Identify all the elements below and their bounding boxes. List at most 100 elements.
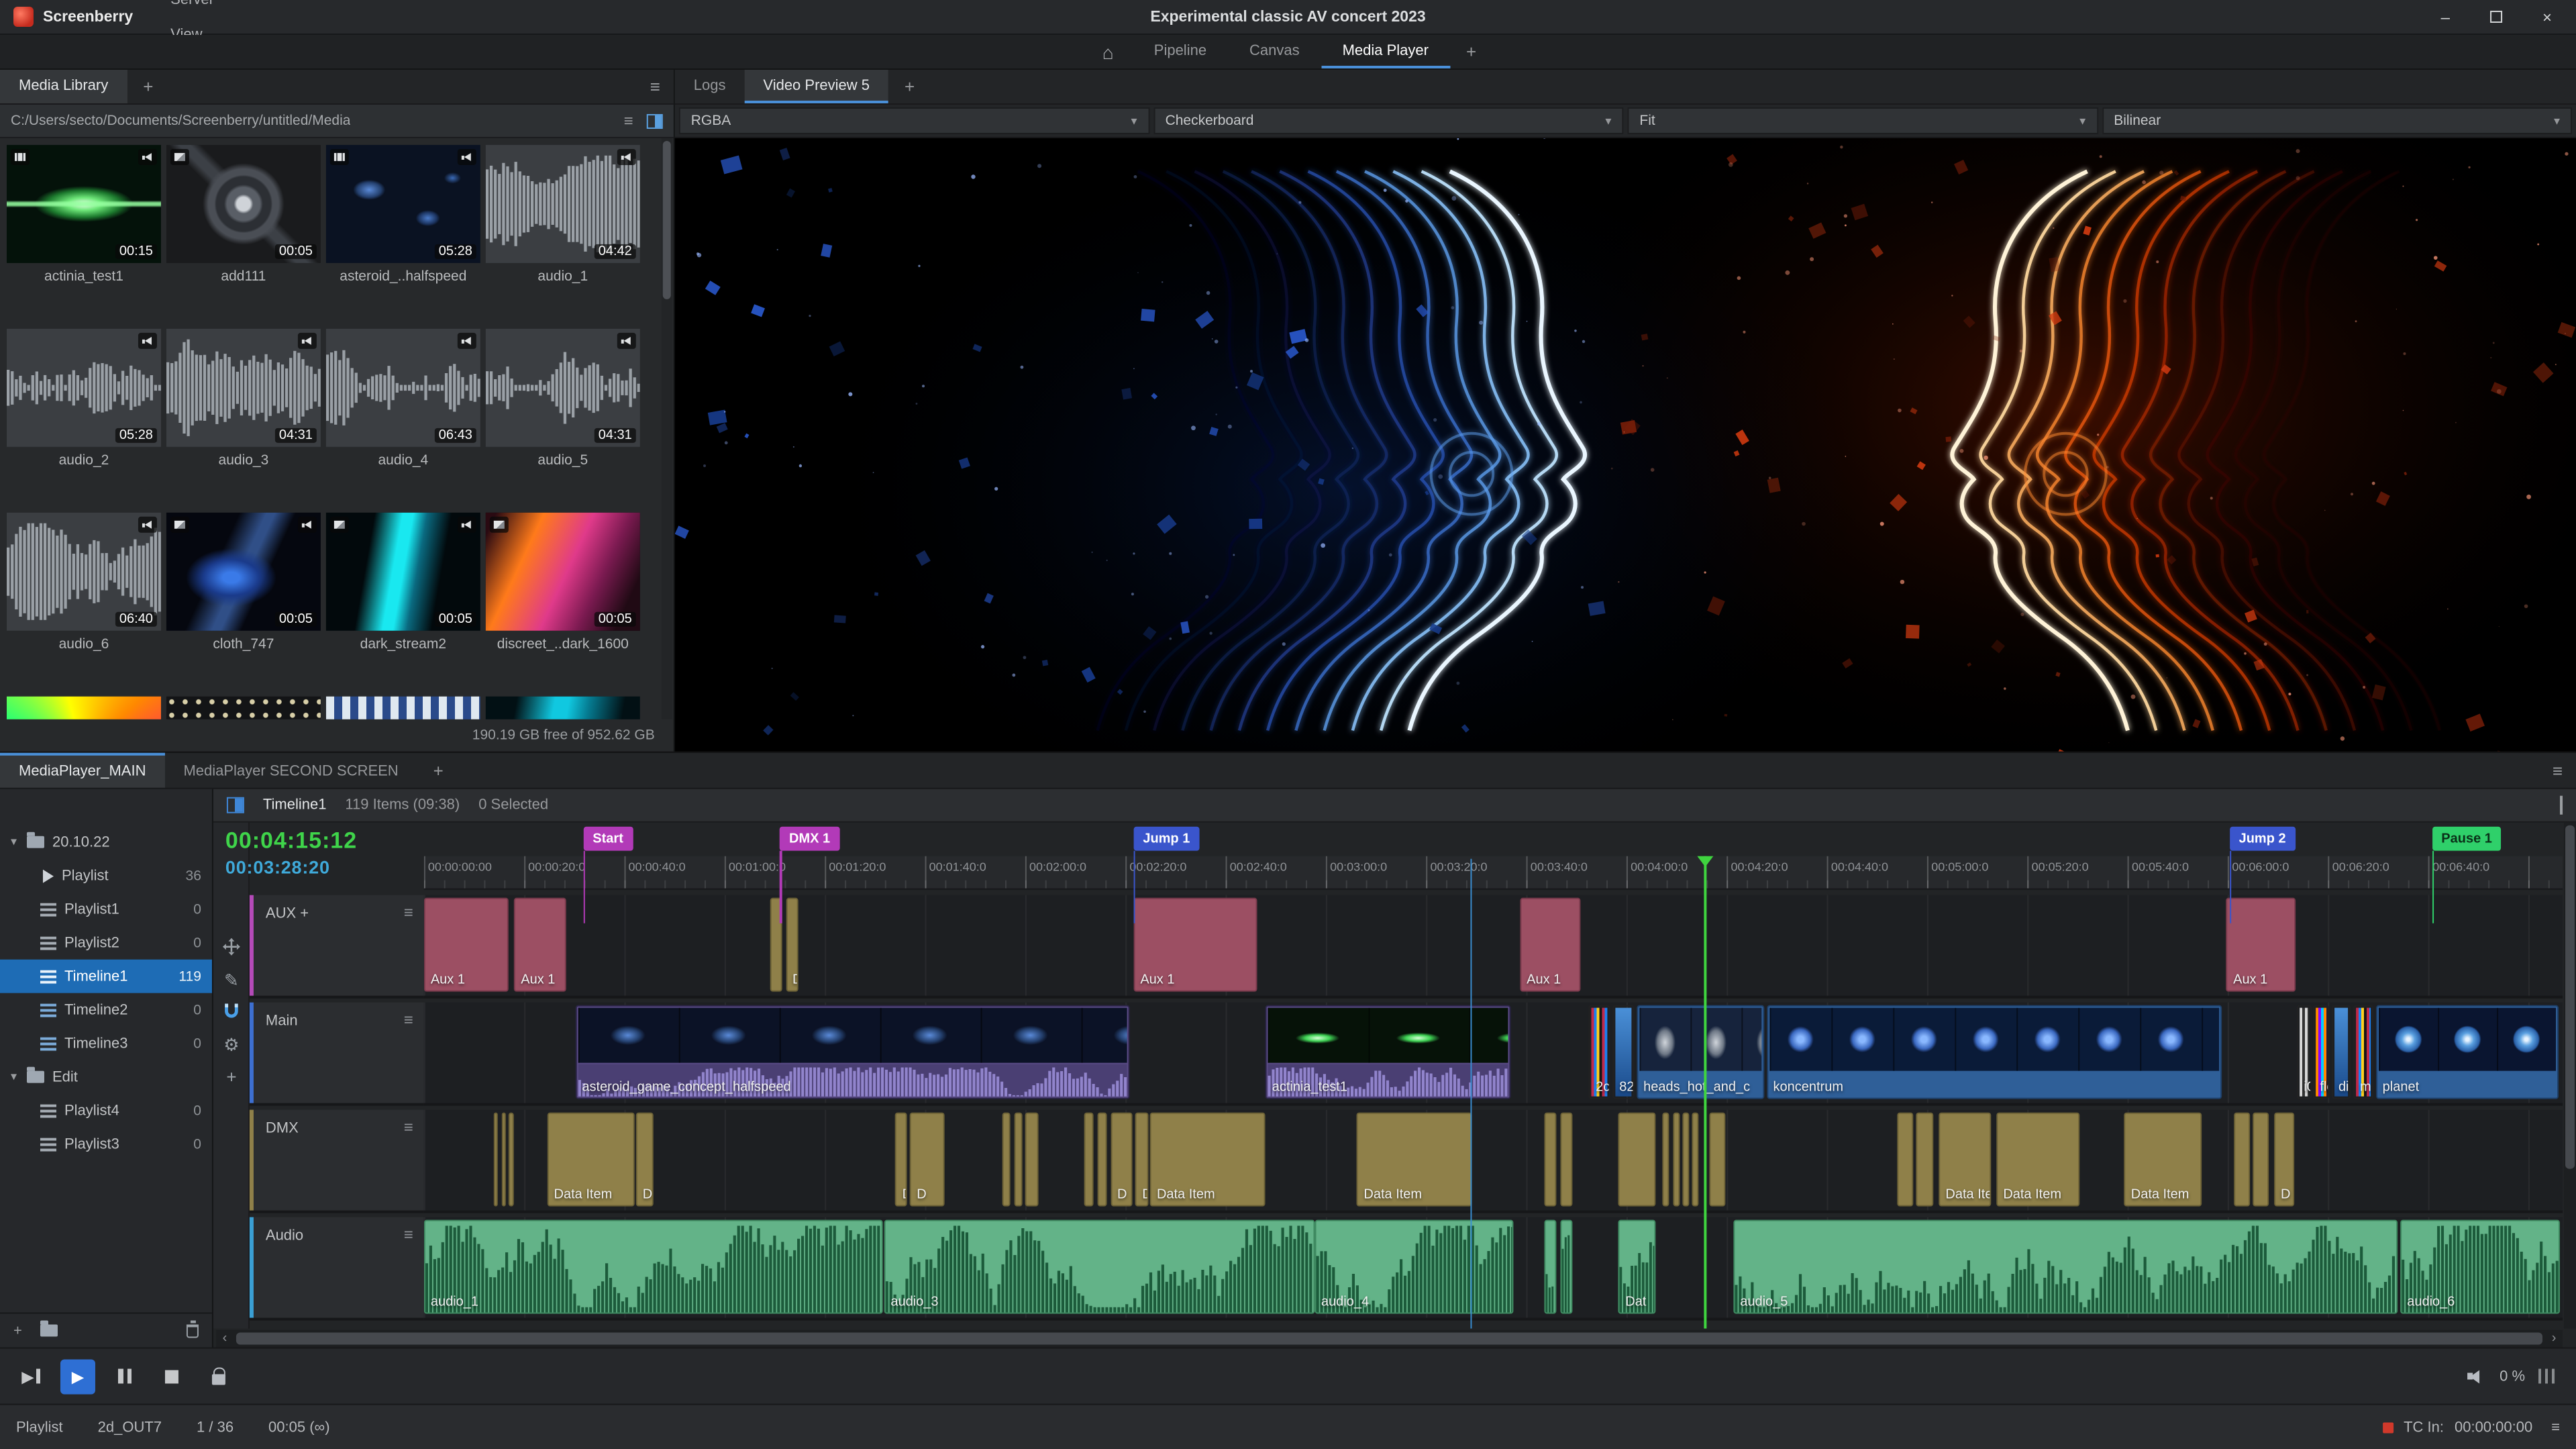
home-icon[interactable]: ⌂: [1084, 35, 1133, 68]
nav-tab-canvas[interactable]: Canvas: [1228, 35, 1321, 68]
marker-start[interactable]: Start: [583, 826, 633, 923]
clip-di[interactable]: di: [2331, 1005, 2352, 1099]
mixer-icon[interactable]: [2538, 1368, 2555, 1384]
clip-audio-5[interactable]: audio_5: [1733, 1219, 2398, 1314]
clip-dmx[interactable]: [1708, 1112, 1726, 1207]
media-thumbnail[interactable]: 00:05: [166, 144, 321, 263]
clip-dmx[interactable]: [1618, 1112, 1657, 1207]
clip-d[interactable]: D: [635, 1112, 654, 1207]
stop-button[interactable]: [154, 1358, 189, 1393]
pause-button[interactable]: [107, 1358, 142, 1393]
clip-i0[interactable]: i0: [2297, 1005, 2312, 1099]
clip-d[interactable]: D: [910, 1112, 945, 1207]
scroll-left-icon[interactable]: ‹: [216, 1332, 234, 1346]
marker-dmx-1[interactable]: DMX 1: [780, 826, 840, 923]
clip-dmx[interactable]: [2252, 1112, 2269, 1207]
clip-dmx[interactable]: [1662, 1112, 1669, 1207]
clip-data-item[interactable]: Data Item: [1996, 1112, 2081, 1207]
clip-actinia-test1[interactable]: actinia_test1: [1265, 1005, 1512, 1099]
add-track-icon[interactable]: +: [213, 1067, 250, 1087]
add-item-button[interactable]: +: [13, 1323, 22, 1339]
media-item[interactable]: 06:40 audio_6: [6, 512, 161, 652]
nav-tab-media-player[interactable]: Media Player: [1321, 35, 1450, 68]
clip-aux-1[interactable]: Aux 1: [423, 897, 509, 992]
media-thumbnail[interactable]: 06:40: [6, 512, 161, 631]
secondary-playhead[interactable]: [1470, 858, 1473, 1329]
pencil-tool-icon[interactable]: ✎: [213, 970, 250, 992]
media-item[interactable]: [325, 696, 480, 719]
clip-data-item[interactable]: Data Item: [547, 1112, 635, 1207]
media-thumbnail[interactable]: 05:28: [6, 328, 161, 447]
clip-d[interactable]: D: [1135, 1112, 1149, 1207]
clip-heads-hot-and-c[interactable]: heads_hot_and_c: [1637, 1005, 1765, 1099]
add-view-button[interactable]: +: [1450, 35, 1492, 68]
track-header-audio[interactable]: Audio ≡: [249, 1217, 424, 1321]
clip-dmx[interactable]: [2234, 1112, 2250, 1207]
clip-dmx[interactable]: [1025, 1112, 1039, 1207]
close-button[interactable]: ×: [2542, 9, 2552, 25]
clip-dat[interactable]: Dat: [1618, 1219, 1657, 1314]
select-background[interactable]: Checkerboard ▾: [1153, 107, 1624, 134]
player-menu-icon[interactable]: ≡: [2539, 753, 2576, 788]
track-menu-icon[interactable]: ≡: [404, 1118, 413, 1137]
clip-data-ite[interactable]: Data Ite: [1939, 1112, 1992, 1207]
media-item[interactable]: [6, 696, 161, 719]
track-lane-main[interactable]: asteroid_game_concept_halfspeed actinia_t…: [423, 1002, 2563, 1106]
track-lane-dmx[interactable]: Data ItemDDDDDData ItemData ItemData Ite…: [423, 1109, 2563, 1213]
clip-82[interactable]: 82: [1612, 1005, 1635, 1099]
tree-item-timeline2[interactable]: Timeline2 0: [0, 993, 212, 1027]
library-menu-icon[interactable]: ≡: [637, 70, 674, 103]
hscroll-thumb[interactable]: [236, 1332, 2543, 1345]
marker-pause-1[interactable]: Pause 1: [2432, 826, 2502, 923]
timeline-vscrollbar[interactable]: [2564, 822, 2576, 1329]
tree-item-playlist1[interactable]: Playlist1 0: [0, 893, 212, 926]
clip-audio-3[interactable]: audio_3: [884, 1219, 1315, 1314]
media-thumbnail[interactable]: [485, 696, 640, 719]
clip-dmx[interactable]: [1692, 1112, 1699, 1207]
clip-dmx[interactable]: [1916, 1112, 1934, 1207]
tree-item-20-10-22[interactable]: ▾ 20.10.22: [0, 826, 212, 859]
clip-dmx[interactable]: [1097, 1112, 1108, 1207]
media-thumbnail[interactable]: 04:42: [485, 144, 640, 263]
timeline-view-icon[interactable]: [226, 797, 244, 813]
media-thumbnail[interactable]: [166, 696, 321, 719]
add-preview-tab-button[interactable]: +: [888, 70, 931, 103]
media-item[interactable]: 04:31 audio_3: [166, 328, 321, 468]
media-item[interactable]: 00:15 actinia_test1: [6, 144, 161, 285]
tab-mediaplayer-main[interactable]: MediaPlayer_MAIN: [0, 752, 165, 788]
primary-playhead[interactable]: [1704, 856, 1707, 1329]
tree-item-timeline1[interactable]: Timeline1 119: [0, 959, 212, 993]
move-tool-icon[interactable]: [213, 938, 250, 956]
track-menu-icon[interactable]: ≡: [404, 1226, 413, 1244]
marker-lane[interactable]: Start DMX 1 Jump 1 Jump 2 Pause 1: [424, 823, 2563, 923]
track-lane-audio[interactable]: audio_1 audio_3 audio_4 Dat audio_5 audio_6: [423, 1217, 2563, 1321]
tree-item-playlist2[interactable]: Playlist2 0: [0, 926, 212, 960]
media-thumbnail[interactable]: [6, 696, 161, 719]
track-header-main[interactable]: Main ≡: [249, 1002, 424, 1106]
media-thumbnail[interactable]: 00:05: [166, 512, 321, 631]
clip-dmx[interactable]: [1672, 1112, 1680, 1207]
grid-view-icon[interactable]: [646, 113, 663, 128]
library-scrollbar[interactable]: [661, 138, 672, 719]
media-thumbnail[interactable]: 04:31: [485, 328, 640, 447]
tab-video-preview-5[interactable]: Video Preview 5: [744, 69, 888, 103]
tab-mediaplayer-second-screen[interactable]: MediaPlayer SECOND SCREEN: [164, 753, 417, 788]
volume-icon[interactable]: [2467, 1368, 2486, 1384]
tree-item-timeline3[interactable]: Timeline3 0: [0, 1027, 212, 1060]
video-preview-canvas[interactable]: [674, 138, 2576, 752]
clip-aux-1[interactable]: Aux 1: [1520, 897, 1581, 992]
clip-audio-4[interactable]: audio_4: [1314, 1219, 1514, 1314]
clip-data-item[interactable]: Data Item: [2124, 1112, 2202, 1207]
trash-icon[interactable]: [186, 1319, 199, 1338]
clip-aux-1[interactable]: Aux 1: [2226, 897, 2296, 992]
clip-audio[interactable]: [1544, 1219, 1556, 1314]
tab-logs[interactable]: Logs: [675, 70, 745, 103]
maximize-button[interactable]: [2490, 10, 2503, 23]
tree-item-playlist[interactable]: Playlist 36: [0, 859, 212, 893]
chevron-icon[interactable]: ▾: [11, 835, 27, 850]
clip-data-item[interactable]: Data Item: [1149, 1112, 1266, 1207]
menu-server[interactable]: Server: [154, 0, 239, 17]
marker-jump-1[interactable]: Jump 1: [1133, 826, 1200, 923]
clip-aux-1[interactable]: Aux 1: [514, 897, 567, 992]
media-item[interactable]: 00:05 dark_stream2: [325, 512, 480, 652]
